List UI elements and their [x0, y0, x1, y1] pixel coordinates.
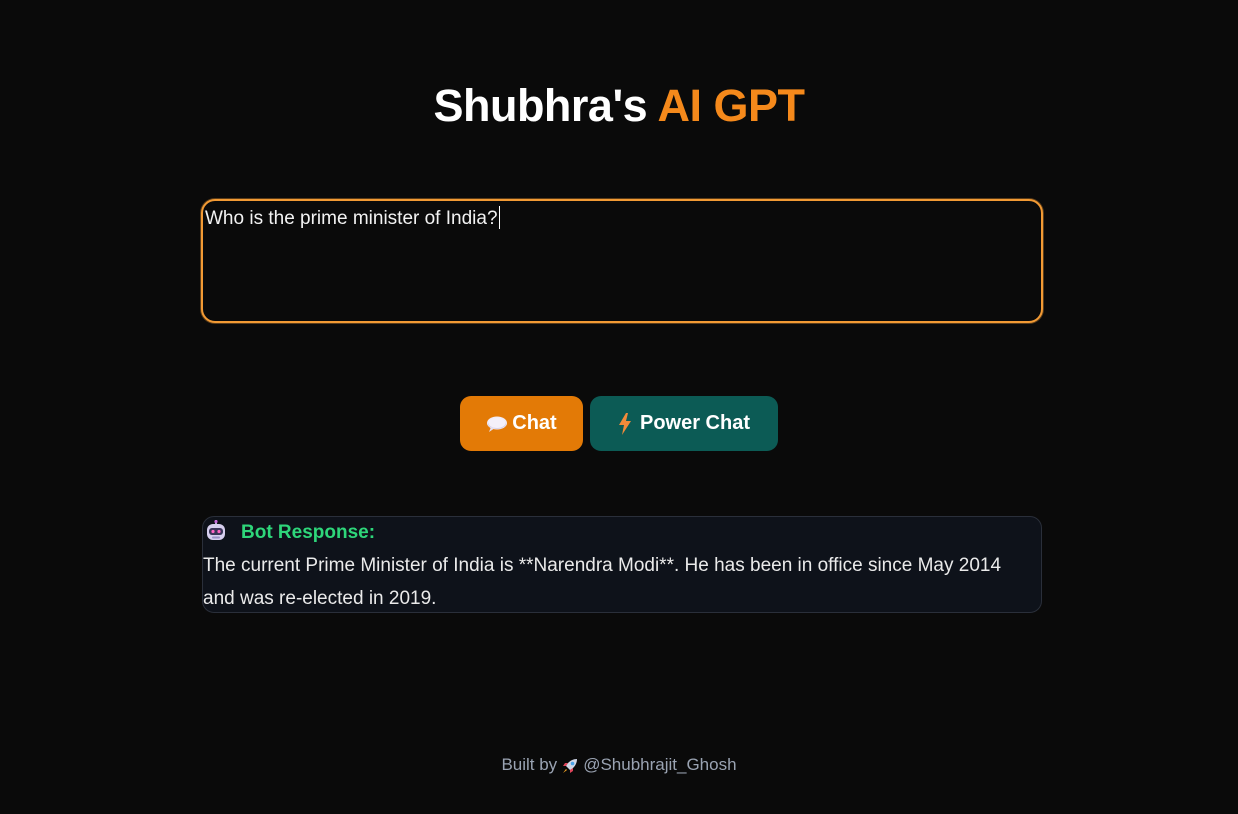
app-page: Shubhra's AI GPT Who is the prime minist… [0, 0, 1238, 814]
lightning-icon [618, 412, 632, 435]
prompt-value: Who is the prime minister of India? [205, 206, 500, 231]
bot-response-card: Bot Response: The current Prime Minister… [202, 516, 1042, 613]
speech-bubble-icon [486, 415, 508, 433]
bot-response-label: Bot Response: [241, 522, 376, 543]
rocket-icon [561, 755, 579, 775]
chat-button-label: Chat [512, 412, 557, 434]
power-chat-button-label: Power Chat [639, 412, 751, 434]
footer-handle[interactable]: @Shubhrajit_Ghosh [583, 755, 736, 775]
bot-response-text: The current Prime Minister of India is *… [203, 555, 1002, 609]
footer-prefix: Built by [501, 755, 558, 774]
title-accent: AI GPT [657, 80, 806, 131]
page-title: Shubhra's AI GPT [0, 78, 1238, 134]
robot-icon [205, 519, 227, 547]
prompt-text: Who is the prime minister of India? [205, 208, 498, 229]
power-chat-button[interactable]: Power Chat [590, 396, 778, 451]
prompt-textarea[interactable]: Who is the prime minister of India? [201, 199, 1043, 323]
chat-button[interactable]: Chat [460, 396, 583, 451]
footer: Built by @Shubhrajit_Ghosh [0, 755, 1238, 775]
title-main: Shubhra's [433, 80, 648, 131]
bot-response-header: Bot Response: [205, 519, 376, 547]
text-caret [498, 206, 500, 229]
